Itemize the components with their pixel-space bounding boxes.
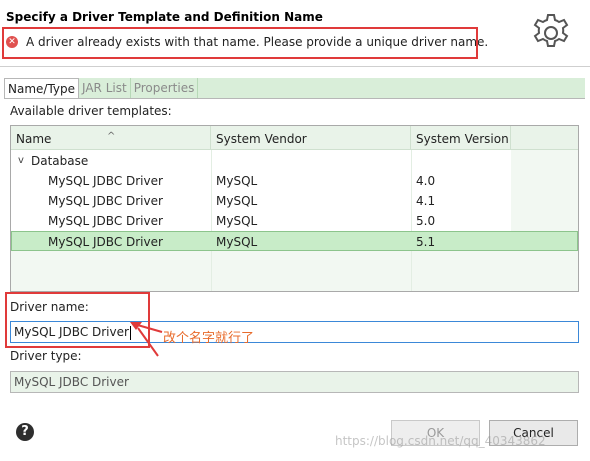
gear-icon xyxy=(533,14,569,47)
table-row[interactable]: MySQL JDBC Driver MySQL 4.1 xyxy=(11,191,578,211)
watermark: https://blog.csdn.net/qq_40343862 xyxy=(335,434,546,448)
row-vendor: MySQL xyxy=(216,214,258,228)
error-highlight-box xyxy=(2,27,478,59)
tab-divider xyxy=(4,98,585,99)
templates-table[interactable]: Name ^ System Vendor System Version v Da… xyxy=(10,125,579,292)
row-name: MySQL JDBC Driver xyxy=(48,174,163,188)
column-header-version[interactable]: System Version xyxy=(411,126,511,150)
row-vendor: MySQL xyxy=(216,194,258,208)
tab-bar: Name/Type JAR List Properties xyxy=(4,78,199,98)
row-vendor: MySQL xyxy=(216,235,258,249)
sort-arrow-icon: ^ xyxy=(107,131,116,142)
table-header: Name ^ System Vendor System Version xyxy=(11,126,578,150)
annotation-text: 改个名字就行了 xyxy=(163,331,255,346)
tab-name-type[interactable]: Name/Type xyxy=(4,78,80,98)
row-name: MySQL JDBC Driver xyxy=(48,235,163,249)
driver-type-label: Driver type: xyxy=(10,349,82,363)
dialog-title: Specify a Driver Template and Definition… xyxy=(6,10,323,24)
table-row[interactable]: MySQL JDBC Driver MySQL 4.0 xyxy=(11,171,578,191)
driver-type-field: MySQL JDBC Driver xyxy=(10,371,579,393)
group-label: Database xyxy=(31,154,89,168)
header-divider xyxy=(0,66,590,67)
row-name: MySQL JDBC Driver xyxy=(48,214,163,228)
column-header-vendor[interactable]: System Vendor xyxy=(211,126,411,150)
row-name: MySQL JDBC Driver xyxy=(48,194,163,208)
tree-group-row[interactable]: v Database xyxy=(11,151,578,171)
row-vendor: MySQL xyxy=(216,174,258,188)
table-row-selected[interactable]: MySQL JDBC Driver MySQL 5.1 xyxy=(11,231,578,251)
row-version: 4.0 xyxy=(416,174,436,188)
column-header-name[interactable]: Name ^ xyxy=(11,126,211,150)
row-version: 4.1 xyxy=(416,194,436,208)
available-templates-label: Available driver templates: xyxy=(10,104,172,118)
row-version: 5.0 xyxy=(416,214,436,228)
tab-properties[interactable]: Properties xyxy=(130,78,199,98)
row-version: 5.1 xyxy=(416,235,436,249)
tab-jar-list[interactable]: JAR List xyxy=(79,78,131,98)
chevron-down-icon[interactable]: v xyxy=(18,151,24,171)
help-icon[interactable]: ? xyxy=(16,423,34,441)
table-row[interactable]: MySQL JDBC Driver MySQL 5.0 xyxy=(11,211,578,231)
